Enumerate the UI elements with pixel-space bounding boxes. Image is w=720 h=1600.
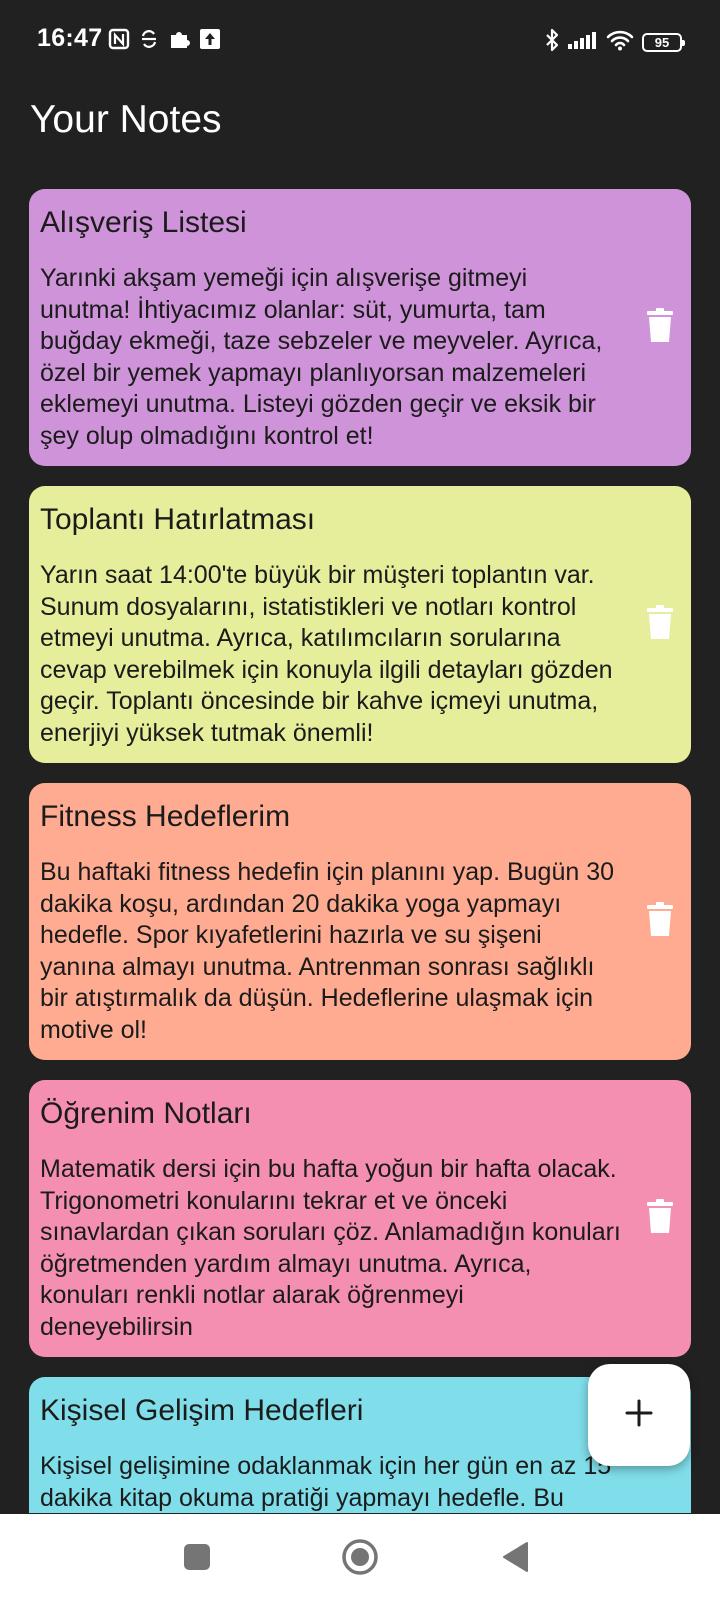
delete-note-button[interactable] bbox=[645, 308, 675, 347]
back-button[interactable] bbox=[490, 1534, 540, 1584]
delete-note-button[interactable] bbox=[645, 1199, 675, 1238]
note-title: Toplantı Hatırlatması bbox=[40, 503, 316, 536]
nfc-icon bbox=[108, 28, 130, 55]
recents-button[interactable] bbox=[172, 1534, 222, 1584]
home-circle-icon bbox=[341, 1538, 379, 1581]
delete-note-button[interactable] bbox=[645, 902, 675, 941]
page-title: Your Notes bbox=[30, 98, 222, 141]
status-right-icons: 95 bbox=[544, 28, 685, 57]
plus-icon bbox=[624, 1398, 654, 1433]
note-body: Yarın saat 14:00'te büyük bir müşteri to… bbox=[40, 561, 613, 747]
trash-icon bbox=[647, 308, 673, 347]
signal-icon bbox=[568, 31, 598, 54]
bluetooth-icon bbox=[544, 28, 560, 57]
note-card[interactable]: Fitness Hedeflerim Bu haftaki fitness he… bbox=[29, 783, 691, 1060]
back-triangle-icon bbox=[501, 1541, 529, 1578]
status-time: 16:47 bbox=[37, 24, 103, 52]
upload-icon bbox=[199, 28, 221, 55]
trash-icon bbox=[647, 1199, 673, 1238]
status-left-icons bbox=[108, 28, 221, 55]
note-title: Öğrenim Notları bbox=[40, 1097, 252, 1130]
note-title: Alışveriş Listesi bbox=[40, 206, 247, 239]
notes-list: Alışveriş Listesi Yarınki akşam yemeği i… bbox=[29, 189, 691, 1513]
note-body: Matematik dersi için bu hafta yoğun bir … bbox=[40, 1155, 621, 1341]
note-title: Kişisel Gelişim Hedefleri bbox=[40, 1394, 364, 1427]
delete-note-button[interactable] bbox=[645, 605, 675, 644]
note-card[interactable]: Öğrenim Notları Matematik dersi için bu … bbox=[29, 1080, 691, 1357]
note-body: Kişisel gelişimine odaklanmak için her g… bbox=[40, 1452, 612, 1512]
sync-icon bbox=[139, 28, 159, 55]
battery-icon: 95 bbox=[642, 33, 685, 52]
system-nav-bar bbox=[0, 1514, 720, 1600]
status-bar: 16:47 95 bbox=[0, 0, 720, 80]
note-body: Bu haftaki fitness hedefin için planını … bbox=[40, 858, 614, 1044]
puzzle-icon bbox=[168, 28, 190, 55]
add-note-button[interactable] bbox=[588, 1364, 690, 1466]
note-title: Fitness Hedeflerim bbox=[40, 800, 291, 833]
home-button[interactable] bbox=[335, 1534, 385, 1584]
note-card[interactable]: Alışveriş Listesi Yarınki akşam yemeği i… bbox=[29, 189, 691, 466]
recents-square-icon bbox=[183, 1543, 211, 1576]
wifi-icon bbox=[606, 29, 634, 56]
trash-icon bbox=[647, 902, 673, 941]
battery-level: 95 bbox=[654, 35, 670, 50]
note-body: Yarınki akşam yemeği için alışverişe git… bbox=[40, 264, 603, 450]
note-card[interactable]: Toplantı Hatırlatması Yarın saat 14:00't… bbox=[29, 486, 691, 763]
trash-icon bbox=[647, 605, 673, 644]
